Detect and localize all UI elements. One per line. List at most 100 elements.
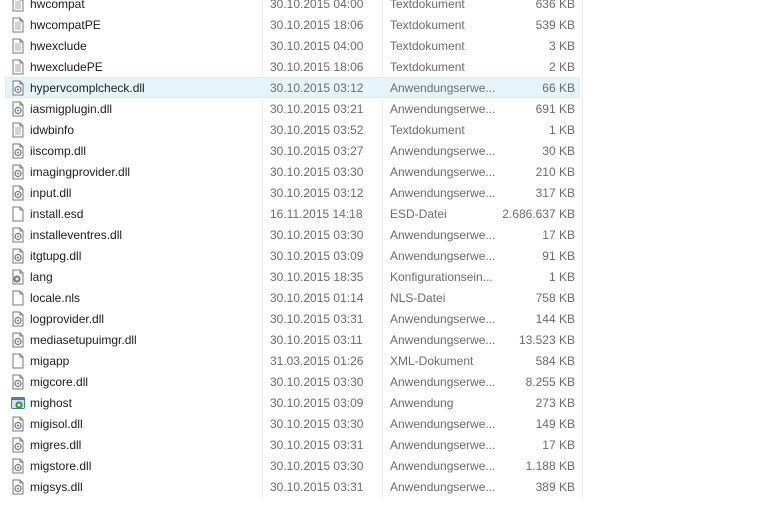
file-size: 273 KB: [535, 396, 575, 410]
file-size: 584 KB: [535, 354, 575, 368]
file-size: 636 KB: [535, 0, 575, 11]
file-name: migsys.dll: [30, 480, 83, 494]
file-row[interactable]: itgtupg.dll 30.10.2015 03:09 Anwendungserw…: [5, 245, 580, 266]
file-type: NLS-Datei: [390, 291, 446, 305]
file-row[interactable]: hwcompat 30.10.2015 04:00 Textdokument 636 …: [5, 0, 580, 14]
file-size: 30 KB: [542, 144, 575, 158]
file-name: hypervcomplcheck.dll: [30, 81, 145, 95]
file-date-modified: 30.10.2015 18:06: [270, 60, 364, 74]
blank-file-icon: [10, 290, 26, 306]
file-size: 17 KB: [542, 228, 575, 242]
file-row[interactable]: install.esd 16.11.2015 14:18 ESD-Datei 2.68…: [5, 203, 580, 224]
text-document-icon: [10, 0, 26, 12]
file-type: Textdokument: [390, 0, 465, 11]
dll-file-icon: [10, 332, 26, 348]
file-size: 1 KB: [548, 123, 575, 137]
file-name: idwbinfo: [30, 123, 75, 137]
file-list-view: hwcompat 30.10.2015 04:00 Textdokument 636 …: [0, 0, 767, 515]
file-name: iasmigplugin.dll: [30, 102, 113, 116]
blank-file-icon: [10, 206, 26, 222]
dll-file-icon: [10, 437, 26, 453]
file-date-modified: 30.10.2015 03:09: [270, 249, 364, 263]
dll-file-icon: [10, 248, 26, 264]
file-row[interactable]: iiscomp.dll 30.10.2015 03:27 Anwendungserw…: [5, 140, 580, 161]
file-type: ESD-Datei: [390, 207, 447, 221]
file-type: Anwendungserwe...: [390, 438, 496, 452]
file-type: Anwendungserwe...: [390, 312, 496, 326]
file-size: 8.255 KB: [525, 375, 575, 389]
file-row[interactable]: iasmigplugin.dll 30.10.2015 03:21 Anwendun…: [5, 98, 580, 119]
file-date-modified: 30.10.2015 18:35: [270, 270, 364, 284]
file-name: migres.dll: [30, 438, 82, 452]
file-size: 691 KB: [535, 102, 575, 116]
column-divider-size: [582, 0, 583, 497]
file-type: Anwendungserwe...: [390, 81, 496, 95]
file-row[interactable]: migstore.dll 30.10.2015 03:30 Anwendungser…: [5, 455, 580, 476]
file-size: 539 KB: [535, 18, 575, 32]
file-date-modified: 30.10.2015 03:27: [270, 144, 364, 158]
file-type: Anwendungserwe...: [390, 249, 496, 263]
file-date-modified: 30.10.2015 03:30: [270, 165, 364, 179]
file-row[interactable]: migres.dll 30.10.2015 03:31 Anwendungserwe…: [5, 434, 580, 455]
file-date-modified: 30.10.2015 04:00: [270, 39, 364, 53]
file-type: Textdokument: [390, 39, 465, 53]
file-type: Anwendungserwe...: [390, 186, 496, 200]
file-row[interactable]: installeventres.dll 30.10.2015 03:30 Anwen…: [5, 224, 580, 245]
file-date-modified: 30.10.2015 03:11: [270, 333, 363, 347]
file-size: 1.188 KB: [525, 459, 575, 473]
file-name: input.dll: [30, 186, 72, 200]
file-name: hwcompatPE: [30, 18, 101, 32]
file-row[interactable]: migcore.dll 30.10.2015 03:30 Anwendungserw…: [5, 371, 580, 392]
file-type: Anwendungserwe...: [390, 144, 496, 158]
file-row[interactable]: input.dll 30.10.2015 03:12 Anwendungserwe.…: [5, 182, 580, 203]
file-type: Anwendungserwe...: [390, 333, 496, 347]
file-date-modified: 30.10.2015 03:30: [270, 459, 364, 473]
file-date-modified: 30.10.2015 03:31: [270, 480, 364, 494]
file-row[interactable]: migapp 31.03.2015 01:26 XML-Dokument 584 KB: [5, 350, 580, 371]
dll-file-icon: [10, 374, 26, 390]
dll-file-icon: [10, 458, 26, 474]
file-row[interactable]: hypervcomplcheck.dll 30.10.2015 03:12 Anwe…: [5, 77, 580, 98]
dll-file-icon: [10, 80, 26, 96]
file-name: install.esd: [30, 207, 84, 221]
file-name: iiscomp.dll: [30, 144, 87, 158]
file-row[interactable]: hwcompatPE 30.10.2015 18:06 Textdokument 53…: [5, 14, 580, 35]
file-row[interactable]: mighost 30.10.2015 03:09 Anwendung 273 KB: [5, 392, 580, 413]
file-row[interactable]: hwexcludePE 30.10.2015 18:06 Textdokument 2…: [5, 56, 580, 77]
file-size: 2.686.637 KB: [502, 207, 575, 221]
file-date-modified: 30.10.2015 03:30: [270, 228, 364, 242]
dll-file-icon: [10, 416, 26, 432]
text-document-icon: [10, 38, 26, 54]
file-row[interactable]: migisol.dll 30.10.2015 03:30 Anwendungserw…: [5, 413, 580, 434]
text-document-icon: [10, 122, 26, 138]
file-type: Konfigurationsein...: [390, 270, 493, 284]
file-size: 66 KB: [542, 81, 575, 95]
file-row[interactable]: imagingprovider.dll 30.10.2015 03:30 Anwen…: [5, 161, 580, 182]
file-size: 144 KB: [535, 312, 575, 326]
file-name: migapp: [30, 354, 70, 368]
file-row[interactable]: lang 30.10.2015 18:35 Konfigurationsein...…: [5, 266, 580, 287]
dll-file-icon: [10, 101, 26, 117]
file-row[interactable]: migsys.dll 30.10.2015 03:31 Anwendungserwe…: [5, 476, 580, 497]
file-size: 3 KB: [548, 39, 575, 53]
file-date-modified: 30.10.2015 03:30: [270, 417, 364, 431]
file-name: locale.nls: [30, 291, 81, 305]
file-name: installeventres.dll: [30, 228, 123, 242]
file-date-modified: 30.10.2015 03:52: [270, 123, 364, 137]
file-name: migcore.dll: [30, 375, 89, 389]
file-row[interactable]: hwexclude 30.10.2015 04:00 Textdokument 3 K…: [5, 35, 580, 56]
file-name: itgtupg.dll: [30, 249, 82, 263]
file-type: Anwendungserwe...: [390, 375, 496, 389]
config-file-icon: [10, 269, 26, 285]
file-type: Anwendung: [390, 396, 454, 410]
dll-file-icon: [10, 164, 26, 180]
file-type: Anwendungserwe...: [390, 165, 496, 179]
file-date-modified: 30.10.2015 03:21: [270, 102, 364, 116]
file-row[interactable]: locale.nls 30.10.2015 01:14 NLS-Datei 758 K…: [5, 287, 580, 308]
file-date-modified: 30.10.2015 04:00: [270, 0, 364, 11]
file-row[interactable]: logprovider.dll 30.10.2015 03:31 Anwendung…: [5, 308, 580, 329]
dll-file-icon: [10, 143, 26, 159]
file-row[interactable]: idwbinfo 30.10.2015 03:52 Textdokument 1 KB: [5, 119, 580, 140]
file-rows: hwcompat 30.10.2015 04:00 Textdokument 636 …: [5, 0, 580, 497]
file-row[interactable]: mediasetupuimgr.dll 30.10.2015 03:11 Anwen…: [5, 329, 580, 350]
